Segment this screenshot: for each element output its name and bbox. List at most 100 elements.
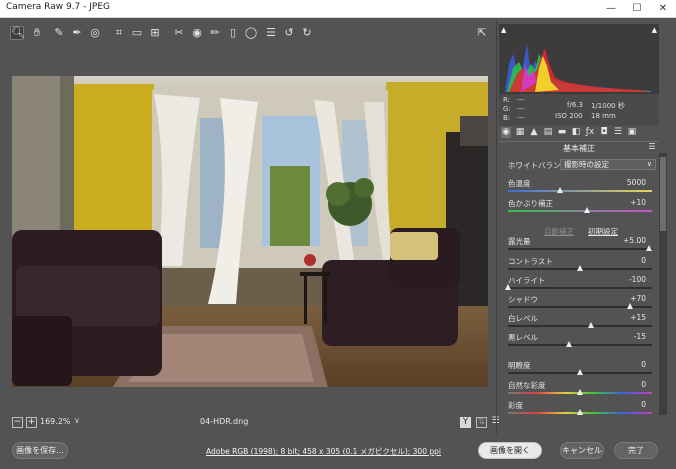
transform-tool-icon[interactable]: ⊞ [148, 26, 162, 40]
b-label: B: [503, 114, 511, 122]
preview-toggle-icon[interactable]: Y [460, 417, 471, 428]
snapshots-tab-icon[interactable]: ▣ [627, 127, 637, 138]
slider-value[interactable]: 0 [641, 380, 646, 389]
workflow-options-link[interactable]: Adobe RGB (1998); 8 bit; 458 x 305 (0.1 … [206, 446, 441, 457]
preferences-icon[interactable]: ☰ [264, 26, 278, 40]
slider-track[interactable] [508, 344, 652, 346]
slider-value[interactable]: 0 [641, 360, 646, 369]
slider-thumb[interactable] [577, 409, 583, 415]
hand-tool-icon[interactable]: ✋︎ [30, 26, 44, 40]
cancel-button[interactable]: キャンセル [560, 442, 604, 459]
slider-value[interactable]: +10 [630, 198, 646, 207]
auto-link[interactable]: 自動補正 [544, 226, 574, 237]
slider-row: 色かぶり補正 +10 [504, 198, 656, 220]
radial-filter-tool-icon[interactable]: ◯ [244, 26, 258, 40]
open-image-button[interactable]: 画像を開く [478, 442, 542, 459]
white-balance-select[interactable]: 撮影時の設定 ∨ [560, 159, 656, 170]
panel-header: 基本補正 ☰ [499, 141, 659, 153]
zoom-dropdown-icon[interactable]: ∨ [74, 416, 80, 425]
slider-value[interactable]: 5000 [627, 178, 646, 187]
slider-value[interactable]: +15 [630, 313, 646, 322]
rotate-right-icon[interactable]: ↻ [300, 26, 314, 40]
white-balance-tool-icon[interactable]: ✎ [52, 26, 66, 40]
slider-value[interactable]: +5.00 [623, 236, 646, 245]
zoom-level[interactable]: 169.2% [40, 417, 71, 426]
maximize-button[interactable]: ☐ [626, 0, 648, 18]
presets-tab-icon[interactable]: ☰ [613, 127, 623, 138]
panel-scrollbar[interactable] [659, 153, 667, 415]
split-toning-tab-icon[interactable]: ▬ [557, 127, 567, 138]
panel-title: 基本補正 [563, 144, 595, 153]
slider-thumb[interactable] [566, 341, 573, 347]
adjustment-brush-tool-icon[interactable]: ✏ [208, 26, 222, 40]
slider-thumb[interactable] [646, 245, 653, 251]
tone-curve-tab-icon[interactable]: ▦ [515, 127, 525, 138]
spot-removal-tool-icon[interactable]: ✂ [172, 26, 186, 40]
slider-track[interactable] [508, 248, 652, 250]
slider-row: 自然な彩度 0 [504, 380, 656, 402]
camera-calibration-tab-icon[interactable]: ◘ [599, 127, 609, 138]
minimize-button[interactable]: — [600, 0, 622, 18]
slider-label: コントラスト [508, 257, 553, 266]
zoom-tool-icon[interactable]: 🔍︎ [10, 26, 25, 40]
slider-thumb[interactable] [556, 187, 563, 193]
basic-panel-tab-icon[interactable]: ◉ [501, 127, 511, 138]
histogram-graph [505, 44, 651, 92]
done-button[interactable]: 完了 [614, 442, 658, 459]
camera-info: R: --- G: --- B: --- f/6.3 1/1000 秒 ISO … [499, 94, 659, 126]
slider-label: シャドウ [508, 295, 538, 304]
scrollbar-thumb[interactable] [660, 157, 666, 231]
slider-thumb[interactable] [505, 284, 511, 290]
file-name: 04-HDR.dng [200, 417, 249, 426]
slider-value[interactable]: +70 [630, 294, 646, 303]
crop-tool-icon[interactable]: ⌗ [112, 26, 126, 40]
slider-thumb[interactable] [577, 389, 583, 395]
hsl-tab-icon[interactable]: ▤ [543, 127, 553, 138]
color-sampler-tool-icon[interactable]: ✒ [70, 26, 84, 40]
aperture-value: f/6.3 [567, 101, 583, 109]
slider-value[interactable]: 0 [641, 400, 646, 409]
window-title: Camera Raw 9.7 - JPEG [6, 2, 110, 12]
slider-label: 明瞭度 [508, 361, 531, 370]
fullscreen-icon[interactable]: ⇱ [475, 26, 489, 40]
white-balance-value: 撮影時の設定 [564, 160, 609, 169]
slider-thumb[interactable] [587, 322, 594, 328]
rotate-left-icon[interactable]: ↺ [282, 26, 296, 40]
image-preview[interactable] [12, 76, 488, 387]
straighten-tool-icon[interactable]: ▭ [130, 26, 144, 40]
graduated-filter-tool-icon[interactable]: ▯ [226, 26, 240, 40]
shadow-clipping-icon[interactable]: ▲ [501, 26, 506, 34]
slider-track[interactable] [508, 210, 652, 212]
highlight-clipping-icon[interactable]: ▲ [652, 26, 657, 34]
save-image-button[interactable]: 画像を保存... [12, 442, 68, 459]
divider [496, 20, 497, 434]
effects-tab-icon[interactable]: ƒx [585, 127, 595, 138]
slider-thumb[interactable] [584, 207, 591, 213]
slider-value[interactable]: -15 [634, 332, 646, 341]
zoom-in-button[interactable]: + [26, 417, 37, 428]
slider-thumb[interactable] [577, 265, 583, 271]
slider-track[interactable] [508, 190, 652, 192]
red-eye-tool-icon[interactable]: ◉ [190, 26, 204, 40]
targeted-adjustment-tool-icon[interactable]: ◎ [88, 26, 102, 40]
slider-label: 色かぶり補正 [508, 199, 553, 208]
close-button[interactable]: ✕ [652, 0, 674, 18]
panel-menu-icon[interactable]: ☰ [647, 142, 657, 151]
slider-thumb[interactable] [577, 369, 583, 375]
before-after-icon[interactable]: ⇅ [476, 417, 487, 428]
detail-tab-icon[interactable]: ▲ [529, 127, 539, 138]
zoom-out-button[interactable]: − [12, 417, 23, 428]
slider-value[interactable]: -100 [629, 275, 646, 284]
slider-row: 色温度 5000 [504, 178, 656, 200]
slider-thumb[interactable] [627, 303, 634, 309]
slider-row: 黒レベル -15 [504, 332, 656, 354]
slider-track[interactable] [508, 325, 652, 327]
slider-track[interactable] [508, 287, 652, 289]
slider-value[interactable]: 0 [641, 256, 646, 265]
lens-corrections-tab-icon[interactable]: ◧ [571, 127, 581, 138]
footer-bar: 画像を保存... Adobe RGB (1998); 8 bit; 458 x … [0, 438, 676, 469]
shutter-value: 1/1000 秒 [591, 102, 625, 110]
slider-label: 彩度 [508, 401, 523, 410]
default-link[interactable]: 初期設定 [588, 226, 618, 237]
chevron-down-icon: ∨ [646, 160, 652, 168]
